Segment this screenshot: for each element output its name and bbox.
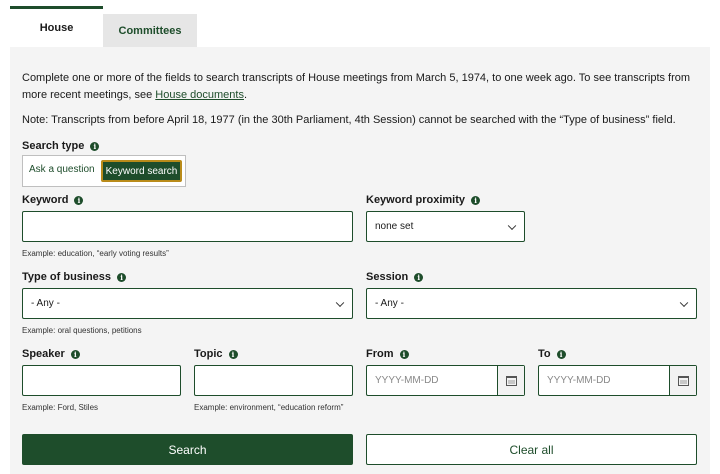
calendar-icon[interactable] [497,366,524,395]
keyword-proximity-label: Keyword proximity i [366,194,481,206]
search-type-label: Search type i [22,140,100,152]
to-label: To i [538,348,566,360]
tab-bar: House Committees [10,6,710,47]
chevron-down-icon [335,298,345,307]
to-date-placeholder: YYYY-MM-DD [547,375,611,386]
speaker-input[interactable] [22,365,181,396]
topic-input[interactable] [194,365,353,396]
speaker-label: Speaker i [22,348,80,360]
tab-house[interactable]: House [10,6,103,47]
info-icon[interactable]: i [90,141,100,151]
from-date-input[interactable]: YYYY-MM-DD [366,365,525,396]
intro-text: Complete one or more of the fields to se… [22,72,691,101]
speaker-hint: Example: Ford, Stiles [22,403,99,412]
type-of-business-hint: Example: oral questions, petitions [22,326,142,335]
keyword-input[interactable] [22,211,353,242]
clear-all-button[interactable]: Clear all [366,434,697,465]
search-type-toggle: Ask a question Keyword search [22,155,186,187]
tab-committees[interactable]: Committees [103,14,197,47]
info-icon[interactable]: i [70,349,80,359]
info-icon[interactable]: i [414,272,424,282]
keyword-search-option[interactable]: Keyword search [101,160,182,182]
type-of-business-label: Type of business i [22,271,127,283]
info-icon[interactable]: i [117,272,127,282]
type-of-business-select[interactable]: - Any - [22,288,353,319]
info-icon[interactable]: i [471,195,481,205]
info-icon[interactable]: i [74,195,84,205]
chevron-down-icon [679,298,689,307]
info-icon[interactable]: i [556,349,566,359]
from-label: From i [366,348,409,360]
keyword-hint: Example: education, “early voting result… [22,249,169,258]
from-date-placeholder: YYYY-MM-DD [375,375,439,386]
topic-hint: Example: environment, “education reform” [194,403,344,412]
keyword-label: Keyword i [22,194,84,206]
session-select[interactable]: - Any - [366,288,697,319]
chevron-down-icon [507,221,517,230]
ask-question-option[interactable]: Ask a question [29,164,95,175]
info-icon[interactable]: i [399,349,409,359]
note-text: Note: Transcripts from before April 18, … [22,114,676,126]
search-button[interactable]: Search [22,434,353,465]
session-label: Session i [366,271,424,283]
house-documents-link[interactable]: House documents [155,89,244,101]
to-date-input[interactable]: YYYY-MM-DD [538,365,697,396]
info-icon[interactable]: i [228,349,238,359]
search-panel [10,47,710,474]
calendar-icon[interactable] [669,366,696,395]
keyword-proximity-select[interactable]: none set [366,211,525,242]
topic-label: Topic i [194,348,238,360]
